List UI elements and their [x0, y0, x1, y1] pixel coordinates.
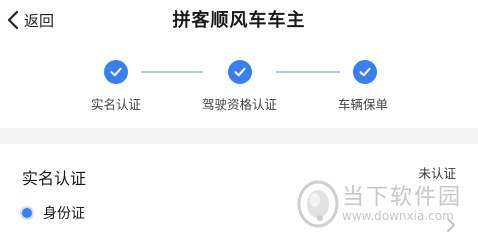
page-title: 拼客顺风车车主 [172, 10, 306, 31]
id-card-label: 身份证 [43, 206, 85, 222]
section-title: 实名认证 [22, 169, 87, 188]
section-divider [0, 128, 478, 144]
step-connector-2 [276, 71, 340, 73]
bullet-dot-icon [22, 208, 32, 218]
step-3-label: 车辆保单 [338, 97, 389, 112]
progress-steps [0, 40, 478, 128]
step-1-check-icon [104, 60, 128, 84]
step-connector-1 [141, 71, 203, 73]
chevron-right-icon[interactable] [446, 218, 456, 232]
step-2-check-icon [228, 60, 252, 84]
top-nav-bar: 返回 拼客顺风车车主 [0, 0, 478, 40]
check-icon [110, 67, 122, 77]
check-icon [234, 67, 246, 77]
step-3-check-icon [353, 60, 377, 84]
check-icon [359, 67, 371, 77]
list-item-id-card[interactable]: 身份证 [18, 198, 462, 228]
step-1-label: 实名认证 [91, 97, 142, 112]
step-2-label: 驾驶资格认证 [202, 97, 278, 112]
